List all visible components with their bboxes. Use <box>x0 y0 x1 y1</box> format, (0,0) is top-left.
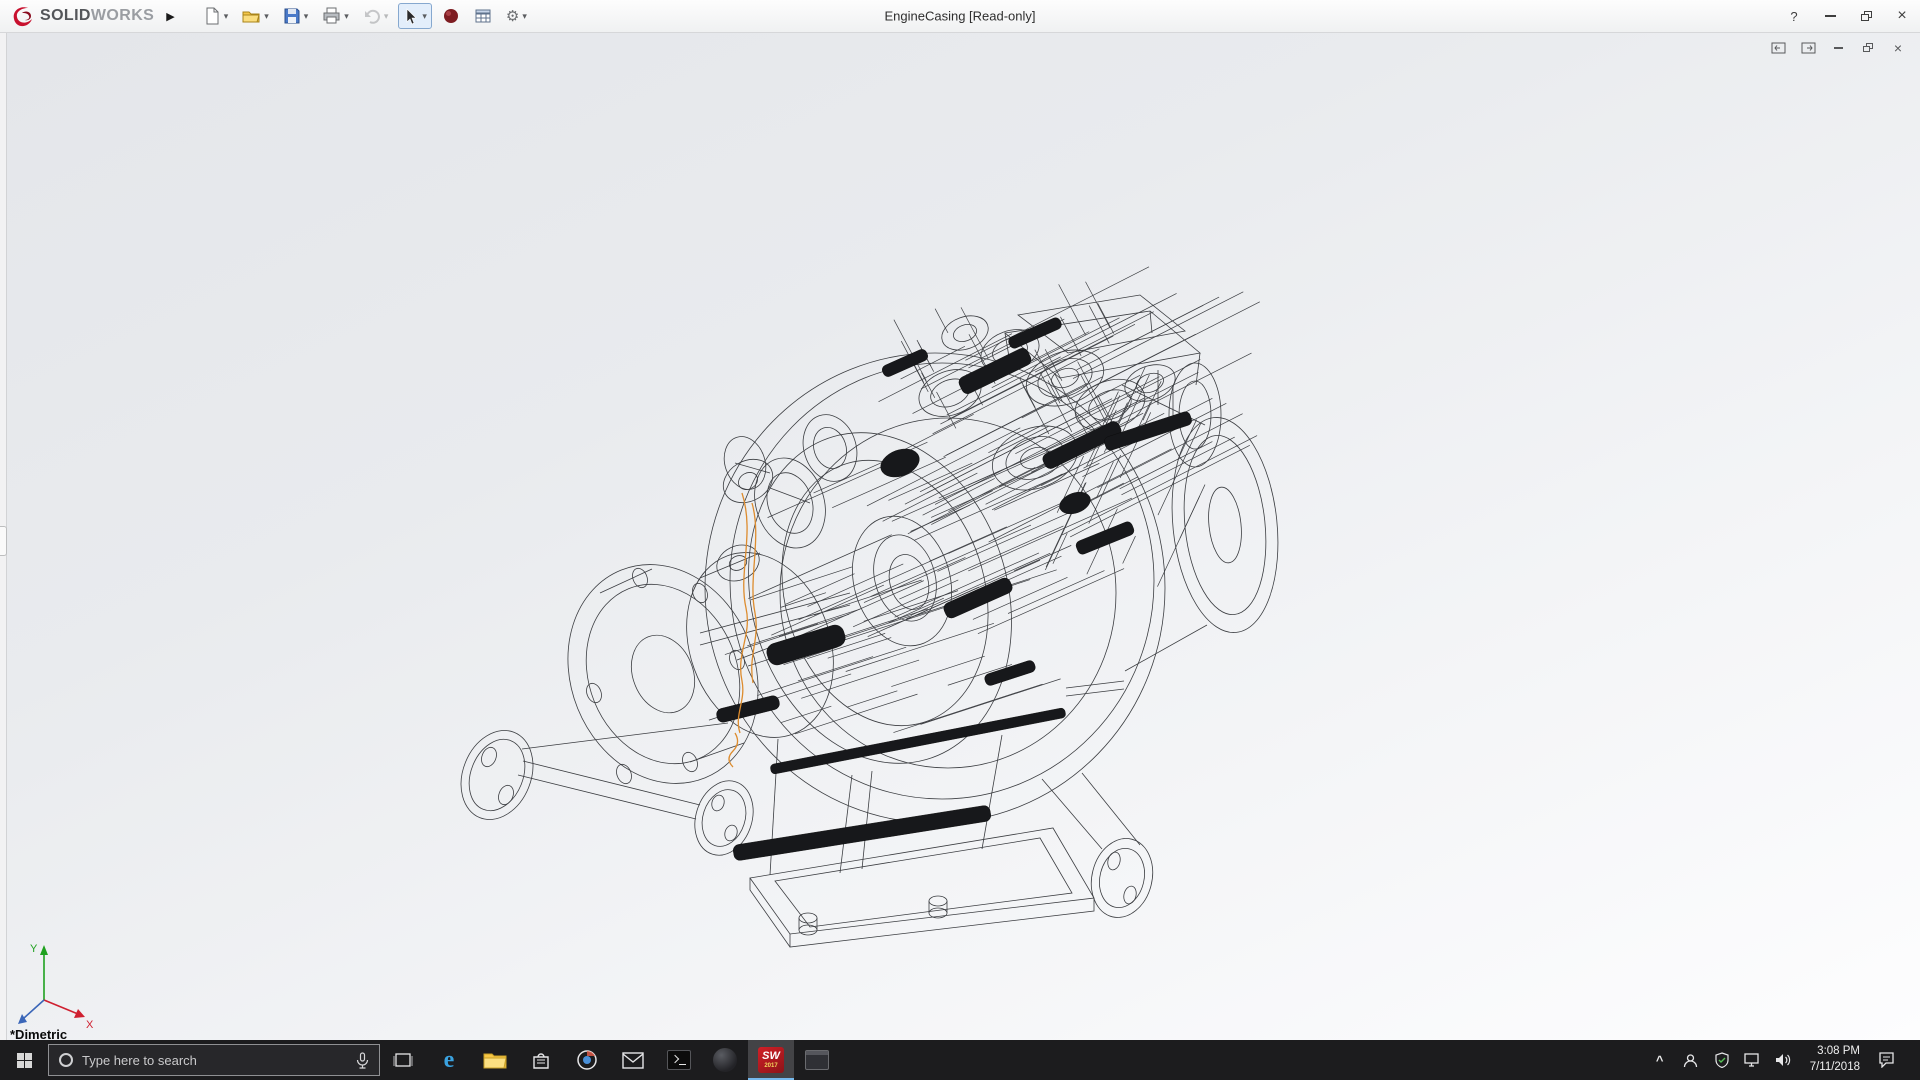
new-document-button[interactable]: ▾ <box>199 3 233 29</box>
pane-right-icon <box>1801 42 1816 54</box>
doc-close-button[interactable]: × <box>1890 41 1906 54</box>
clock-date: 7/11/2018 <box>1810 1060 1860 1076</box>
doc-pane-left-button[interactable] <box>1770 41 1786 54</box>
brand-solid: SOLID <box>40 7 91 24</box>
select-cursor-icon <box>403 8 419 25</box>
doc-minimize-button[interactable] <box>1830 41 1846 54</box>
solidworks-logo: SOLIDWORKS <box>0 4 162 28</box>
save-floppy-icon <box>283 7 301 25</box>
mail-envelope-icon <box>622 1052 644 1069</box>
file-explorer-icon <box>483 1050 507 1070</box>
app-window-icon <box>805 1050 829 1070</box>
taskbar-app-solidworks[interactable]: SW 2017 <box>748 1040 794 1080</box>
solidworks-icon-label: SW <box>762 1051 780 1062</box>
titlebar: SOLIDWORKS ▶ ▾ ▾ ▾ <box>0 0 1920 33</box>
taskbar: e SW 2017 <box>0 1040 1920 1080</box>
quick-access-toolbar: ▾ ▾ ▾ ▾ <box>199 3 531 29</box>
edge-icon: e <box>444 1047 455 1074</box>
undo-button[interactable]: ▾ <box>359 3 393 29</box>
taskbar-app-browser[interactable] <box>564 1040 610 1080</box>
options-button[interactable]: ⚙ ▾ <box>502 3 531 29</box>
minimize-icon <box>1834 47 1843 49</box>
taskbar-search[interactable] <box>48 1044 380 1076</box>
table-grid-icon <box>474 7 492 25</box>
triad-x-label: X <box>86 1019 94 1031</box>
caret-down-icon: ▾ <box>422 11 427 22</box>
caret-down-icon: ▾ <box>384 11 389 22</box>
solidworks-app-icon: SW 2017 <box>758 1047 784 1073</box>
action-center-button[interactable] <box>1877 1045 1895 1075</box>
window-controls: ? × <box>1776 0 1920 32</box>
tray-clock[interactable]: 3:08 PM 7/11/2018 <box>1806 1044 1864 1075</box>
search-input[interactable] <box>82 1053 347 1068</box>
appearance-button[interactable] <box>438 3 464 29</box>
taskbar-app-mail[interactable] <box>610 1040 656 1080</box>
browser-circle-icon <box>576 1049 598 1071</box>
triad-y-label: Y <box>30 943 38 955</box>
taskbar-app-terminal[interactable] <box>656 1040 702 1080</box>
orientation-triad: Y X <box>6 934 106 1034</box>
store-bag-icon <box>531 1050 551 1070</box>
solidworks-icon-year: 2017 <box>764 1063 777 1069</box>
tray-shield-icon[interactable] <box>1713 1045 1731 1075</box>
terminal-icon <box>667 1050 691 1070</box>
toolbar-expander-icon[interactable]: ▶ <box>162 10 184 23</box>
doc-restore-button[interactable] <box>1860 41 1876 54</box>
wireframe-model <box>0 33 1920 1040</box>
select-tool-button[interactable]: ▾ <box>398 3 432 29</box>
help-button[interactable]: ? <box>1776 0 1812 32</box>
save-button[interactable]: ▾ <box>279 3 313 29</box>
restore-icon <box>1861 11 1872 21</box>
render-sphere-icon <box>442 7 460 25</box>
restore-button[interactable] <box>1848 0 1884 32</box>
caret-down-icon: ▾ <box>224 11 229 22</box>
minimize-button[interactable] <box>1812 0 1848 32</box>
task-view-icon <box>393 1051 413 1069</box>
doc-pane-right-button[interactable] <box>1800 41 1816 54</box>
undo-arrow-icon <box>363 7 381 25</box>
caret-down-icon: ▾ <box>304 11 309 22</box>
minimize-icon <box>1825 15 1836 17</box>
caret-down-icon: ▾ <box>522 11 527 22</box>
design-table-button[interactable] <box>470 3 496 29</box>
brand-works: WORKS <box>91 7 154 24</box>
open-folder-icon <box>242 7 261 25</box>
pane-left-icon <box>1771 42 1786 54</box>
document-title: EngineCasing [Read-only] <box>884 9 1035 24</box>
close-button[interactable]: × <box>1884 0 1920 32</box>
tray-people-icon[interactable] <box>1682 1045 1700 1075</box>
print-button[interactable]: ▾ <box>318 3 353 29</box>
clock-time: 3:08 PM <box>1810 1044 1860 1060</box>
caret-down-icon: ▾ <box>264 11 269 22</box>
printer-icon <box>322 7 341 25</box>
panel-splitter-handle[interactable] <box>0 526 7 556</box>
restore-icon <box>1863 43 1873 52</box>
dark-app-icon <box>713 1048 737 1072</box>
tray-chevron-up[interactable]: ^ <box>1651 1045 1669 1075</box>
open-button[interactable]: ▾ <box>238 3 273 29</box>
taskbar-app-edge[interactable]: e <box>426 1040 472 1080</box>
task-view-button[interactable] <box>380 1040 426 1080</box>
cortana-icon <box>59 1053 73 1067</box>
taskbar-app-window[interactable] <box>794 1040 840 1080</box>
system-tray: ^ 3:08 PM 7/11/2018 <box>1651 1040 1920 1080</box>
taskbar-app-file-explorer[interactable] <box>472 1040 518 1080</box>
taskbar-app-store[interactable] <box>518 1040 564 1080</box>
caret-down-icon: ▾ <box>344 11 349 22</box>
start-button[interactable] <box>0 1040 48 1080</box>
new-document-icon <box>203 7 221 25</box>
taskbar-app-dark[interactable] <box>702 1040 748 1080</box>
graphics-area[interactable]: × Y X *Dimetric <box>0 33 1920 1040</box>
tray-network-icon[interactable] <box>1744 1045 1762 1075</box>
3ds-logo-icon <box>10 4 36 28</box>
tray-volume-icon[interactable] <box>1775 1045 1793 1075</box>
microphone-icon[interactable] <box>356 1052 369 1069</box>
windows-logo-icon <box>17 1053 32 1068</box>
gear-icon: ⚙ <box>506 7 519 25</box>
document-window-controls: × <box>1770 41 1906 54</box>
